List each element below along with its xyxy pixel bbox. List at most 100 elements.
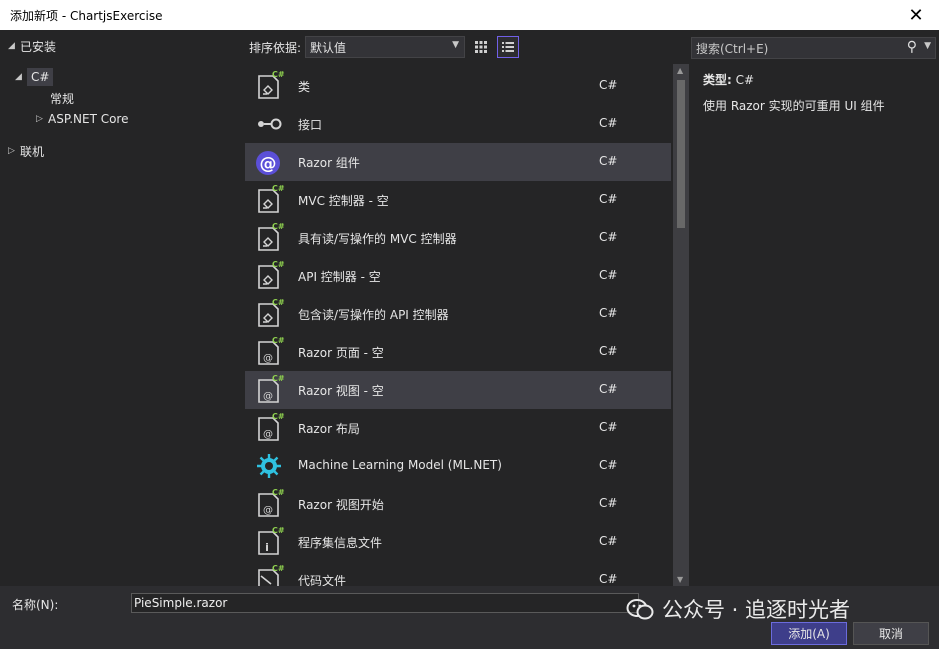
template-item-language: C#	[599, 496, 618, 510]
list-view-button[interactable]	[497, 36, 520, 58]
controller-file-icon: C#	[253, 222, 285, 254]
template-item[interactable]: C# @ Razor 页面 - 空 C#	[245, 333, 671, 371]
close-button[interactable]: ✕	[893, 0, 939, 30]
type-value: C#	[735, 73, 755, 87]
svg-text:C#: C#	[272, 298, 285, 307]
code-file-icon: C#	[253, 564, 285, 586]
svg-text:C#: C#	[272, 564, 285, 573]
dropdown-arrow-icon: ▼	[452, 40, 460, 50]
template-item-name: Razor 布局	[298, 422, 360, 436]
razor-page-icon: C# @	[253, 374, 285, 406]
svg-text:C#: C#	[272, 336, 285, 345]
template-item-language: C#	[599, 382, 618, 396]
tree-node-online[interactable]: ▷ 联机	[8, 140, 44, 162]
ml-gear-icon	[253, 450, 285, 482]
template-tree: ◢ 已安装 ◢ C# 常规 ▷ ASP.NET Core ▷ 联机	[0, 30, 244, 586]
svg-text:C#: C#	[272, 526, 285, 535]
template-item-name: 程序集信息文件	[298, 536, 383, 550]
template-item[interactable]: C# i 程序集信息文件 C#	[245, 523, 671, 561]
search-placeholder: 搜索(Ctrl+E)	[696, 41, 769, 56]
template-item[interactable]: C# @ Razor 视图开始 C#	[245, 485, 671, 523]
controller-file-icon: C#	[253, 184, 285, 216]
expanded-triangle-icon: ◢	[8, 41, 15, 51]
template-item-name: 类	[298, 80, 311, 94]
template-item[interactable]: C# 代码文件 C#	[245, 561, 671, 586]
add-button[interactable]: 添加(A)	[771, 622, 847, 645]
template-item-language: C#	[599, 420, 618, 434]
razor-component-icon: @	[253, 146, 285, 178]
svg-text:@: @	[263, 505, 273, 516]
template-item[interactable]: @ Razor 组件 C#	[245, 143, 671, 181]
template-details: 类型: C# 使用 Razor 实现的可重用 UI 组件	[703, 71, 933, 114]
template-item[interactable]: C# MVC 控制器 - 空 C#	[245, 181, 671, 219]
template-item[interactable]: Machine Learning Model (ML.NET) C#	[245, 447, 671, 485]
list-scrollbar[interactable]: ▲ ▼	[673, 64, 689, 586]
svg-text:@: @	[263, 391, 273, 402]
template-description: 使用 Razor 实现的可重用 UI 组件	[703, 99, 885, 113]
svg-text:C#: C#	[272, 412, 285, 421]
template-item[interactable]: C# API 控制器 - 空 C#	[245, 257, 671, 295]
template-item[interactable]: C# 具有读/写操作的 MVC 控制器 C#	[245, 219, 671, 257]
template-item-name: Razor 组件	[298, 156, 360, 170]
dialog-body: ◢ 已安装 ◢ C# 常规 ▷ ASP.NET Core ▷ 联机 排序依据: …	[0, 30, 939, 586]
grid-view-icon	[475, 41, 488, 53]
tree-label-aspnet: ASP.NET Core	[48, 112, 129, 126]
template-list: C# 类 C# 接口 C# @ Razor 组件 C# C# MVC 控制器 - 空 C# C# 具有读…	[245, 64, 673, 586]
collapsed-triangle-icon: ▷	[36, 114, 43, 124]
info-file-icon: C# i	[253, 526, 285, 558]
name-field[interactable]: PieSimple.razor	[131, 593, 639, 613]
template-item[interactable]: C# 包含读/写操作的 API 控制器 C#	[245, 295, 671, 333]
tree-label-online: 联机	[20, 144, 45, 159]
tree-node-installed[interactable]: ◢ 已安装	[8, 35, 56, 57]
scroll-up-icon[interactable]: ▲	[677, 66, 683, 75]
svg-text:C#: C#	[272, 488, 285, 497]
cancel-button[interactable]: 取消	[853, 622, 929, 645]
bottom-bar: 名称(N): PieSimple.razor 公众号 · 追逐时光者 添加(A)…	[0, 586, 939, 649]
template-item-name: Razor 页面 - 空	[298, 346, 384, 360]
window-title: 添加新项 - ChartjsExercise	[10, 8, 163, 23]
controller-file-icon: C#	[253, 298, 285, 330]
template-item-language: C#	[599, 306, 618, 320]
scroll-thumb[interactable]	[677, 80, 685, 228]
template-item[interactable]: C# 类 C#	[245, 67, 671, 105]
controller-file-icon: C#	[253, 260, 285, 292]
template-item-name: API 控制器 - 空	[298, 270, 381, 284]
list-view-icon	[502, 42, 515, 52]
scroll-down-icon[interactable]: ▼	[677, 575, 683, 584]
svg-text:@: @	[260, 154, 277, 174]
interface-icon	[253, 108, 285, 140]
razor-page-icon: C# @	[253, 488, 285, 520]
template-item-language: C#	[599, 230, 618, 244]
template-item[interactable]: C# @ Razor 布局 C#	[245, 409, 671, 447]
template-item[interactable]: C# @ Razor 视图 - 空 C#	[245, 371, 671, 409]
sort-label: 排序依据:	[249, 40, 302, 55]
tree-node-general[interactable]: 常规	[50, 87, 74, 109]
tree-node-csharp[interactable]: ◢ C#	[15, 66, 54, 88]
tree-label-general: 常规	[50, 91, 75, 106]
close-icon: ✕	[908, 4, 924, 26]
search-icon[interactable]: ⚲	[907, 39, 917, 55]
sort-dropdown[interactable]: 默认值 ▼	[305, 36, 466, 58]
sort-toolbar: 排序依据: 默认值 ▼	[244, 30, 688, 64]
template-item-name: Razor 视图开始	[298, 498, 384, 512]
class-file-icon: C#	[253, 70, 285, 102]
watermark-text: 公众号 · 追逐时光者	[662, 598, 851, 622]
expanded-triangle-icon: ◢	[15, 72, 22, 82]
tree-label-installed: 已安装	[20, 39, 57, 54]
template-item[interactable]: 接口 C#	[245, 105, 671, 143]
sort-value: 默认值	[310, 40, 347, 55]
grid-view-button[interactable]	[470, 36, 492, 58]
template-item-language: C#	[599, 572, 618, 586]
template-item-name: 包含读/写操作的 API 控制器	[298, 308, 449, 322]
type-key: 类型:	[703, 73, 732, 87]
template-item-name: 代码文件	[298, 574, 347, 586]
template-item-language: C#	[599, 344, 618, 358]
search-input[interactable]: 搜索(Ctrl+E) ⚲ ▼	[691, 37, 936, 59]
wechat-icon	[626, 599, 654, 620]
search-dropdown-icon[interactable]: ▼	[924, 41, 931, 51]
template-item-name: Razor 视图 - 空	[298, 384, 384, 398]
svg-text:@: @	[263, 353, 273, 364]
template-item-name: Machine Learning Model (ML.NET)	[298, 458, 502, 472]
svg-text:C#: C#	[272, 184, 285, 193]
tree-node-aspnet[interactable]: ▷ ASP.NET Core	[36, 108, 128, 130]
